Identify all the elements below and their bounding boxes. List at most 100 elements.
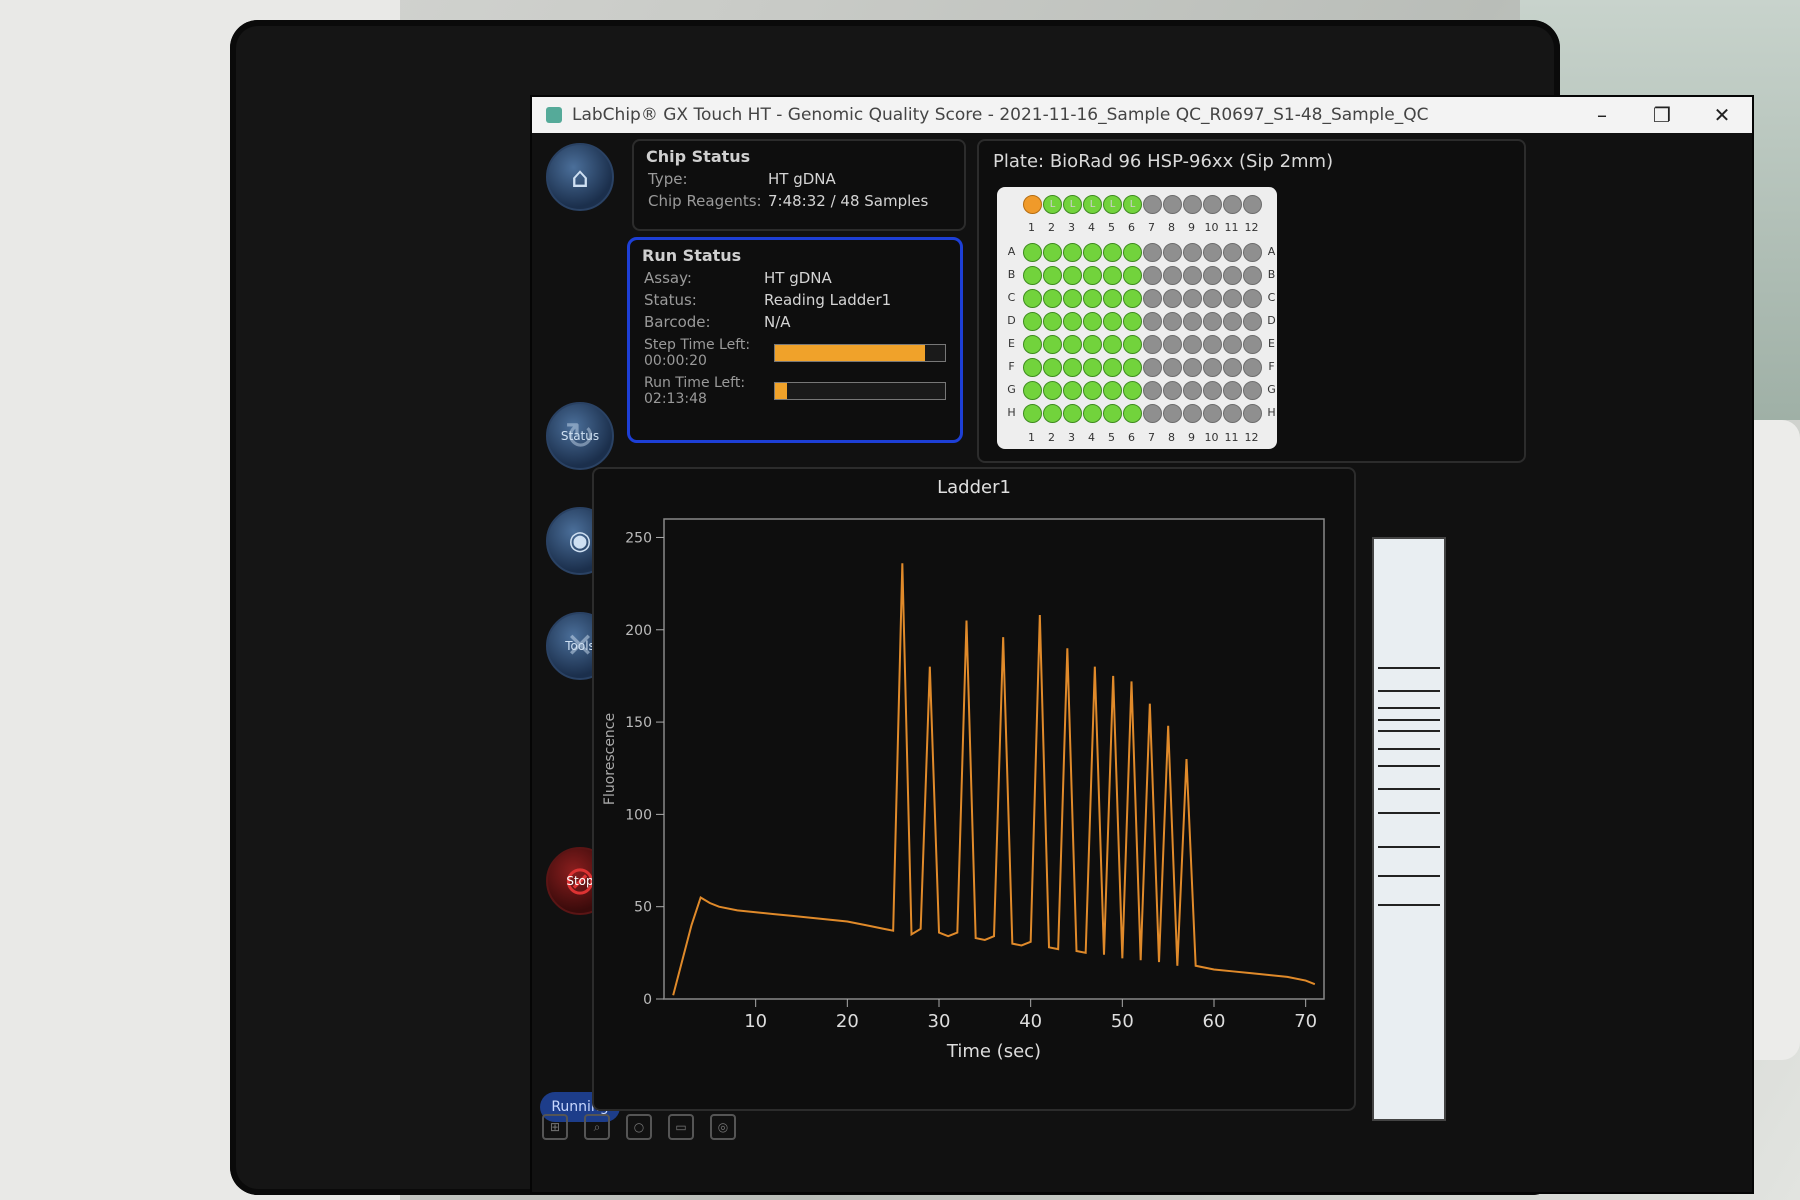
plate-well[interactable] <box>1103 358 1122 377</box>
search-icon[interactable]: ⌕ <box>584 1114 610 1140</box>
plate-well[interactable] <box>1083 335 1102 354</box>
plate-well[interactable] <box>1203 381 1222 400</box>
plate-well[interactable] <box>1063 358 1082 377</box>
restore-icon[interactable]: ❐ <box>1632 103 1692 127</box>
plate-well[interactable] <box>1083 243 1102 262</box>
plate-well[interactable] <box>1103 335 1122 354</box>
plate-well[interactable] <box>1183 404 1202 423</box>
close-icon[interactable]: ✕ <box>1692 103 1752 127</box>
app-taskbar-icon[interactable]: ◎ <box>710 1114 736 1140</box>
plate-well[interactable] <box>1063 312 1082 331</box>
plate-well[interactable] <box>1243 243 1262 262</box>
plate-well[interactable] <box>1143 243 1162 262</box>
plate-well[interactable] <box>1143 289 1162 308</box>
plate-well[interactable] <box>1043 312 1062 331</box>
home-button[interactable]: ⌂ <box>546 143 614 211</box>
plate-well[interactable] <box>1123 243 1142 262</box>
plate-well[interactable] <box>1023 404 1042 423</box>
plate-well[interactable] <box>1183 358 1202 377</box>
folder-icon[interactable]: ▭ <box>668 1114 694 1140</box>
plate-well[interactable] <box>1123 358 1142 377</box>
minimize-icon[interactable]: – <box>1572 103 1632 127</box>
plate-well[interactable] <box>1043 266 1062 285</box>
plate-well[interactable] <box>1103 266 1122 285</box>
plate-well[interactable] <box>1223 266 1242 285</box>
plate-well[interactable] <box>1023 243 1042 262</box>
plate-well[interactable] <box>1243 266 1262 285</box>
plate-well[interactable] <box>1203 243 1222 262</box>
plate-well[interactable] <box>1063 243 1082 262</box>
plate-well[interactable] <box>1083 312 1102 331</box>
plate-well[interactable] <box>1223 404 1242 423</box>
plate-well[interactable] <box>1123 266 1142 285</box>
plate-well[interactable] <box>1203 404 1222 423</box>
plate-well[interactable] <box>1143 335 1162 354</box>
plate-well[interactable] <box>1203 312 1222 331</box>
plate-well[interactable] <box>1023 335 1042 354</box>
plate-well[interactable] <box>1183 243 1202 262</box>
plate-well[interactable] <box>1163 358 1182 377</box>
plate-well[interactable] <box>1163 381 1182 400</box>
plate-well[interactable] <box>1063 289 1082 308</box>
plate-well[interactable] <box>1103 404 1122 423</box>
plate-well[interactable] <box>1043 289 1062 308</box>
plate-well[interactable] <box>1143 358 1162 377</box>
plate-well[interactable] <box>1023 358 1042 377</box>
plate-well[interactable] <box>1223 289 1242 308</box>
plate-well[interactable] <box>1163 404 1182 423</box>
plate-well[interactable] <box>1203 335 1222 354</box>
plate-well[interactable] <box>1223 381 1242 400</box>
plate-well[interactable] <box>1183 312 1202 331</box>
plate-well[interactable] <box>1243 381 1262 400</box>
plate-well[interactable] <box>1143 312 1162 331</box>
plate-map[interactable]: L L L L L 1 1 2 2 3 3 4 4 5 5 6 6 7 7 8 8 9 9 10 10 11 11 12 12 A A B B C… <box>997 187 1277 449</box>
plate-well[interactable] <box>1223 358 1242 377</box>
plate-well[interactable] <box>1103 243 1122 262</box>
plate-well[interactable] <box>1203 358 1222 377</box>
plate-well[interactable] <box>1043 358 1062 377</box>
plate-well[interactable] <box>1123 404 1142 423</box>
plate-well[interactable] <box>1083 266 1102 285</box>
plate-well[interactable] <box>1243 404 1262 423</box>
plate-well[interactable] <box>1023 289 1042 308</box>
plate-well[interactable] <box>1023 266 1042 285</box>
plate-well[interactable] <box>1243 358 1262 377</box>
plate-well[interactable] <box>1183 289 1202 308</box>
plate-well[interactable] <box>1143 266 1162 285</box>
plate-well[interactable] <box>1223 243 1242 262</box>
plate-well[interactable] <box>1063 266 1082 285</box>
plate-well[interactable] <box>1243 335 1262 354</box>
plate-well[interactable] <box>1023 312 1042 331</box>
plate-well[interactable] <box>1143 404 1162 423</box>
plate-well[interactable] <box>1183 335 1202 354</box>
plate-well[interactable] <box>1043 243 1062 262</box>
plate-well[interactable] <box>1203 289 1222 308</box>
plate-well[interactable] <box>1103 312 1122 331</box>
plate-well[interactable] <box>1063 381 1082 400</box>
plate-well[interactable] <box>1063 404 1082 423</box>
windows-icon[interactable]: ⊞ <box>542 1114 568 1140</box>
plate-well[interactable] <box>1043 335 1062 354</box>
plate-well[interactable] <box>1043 404 1062 423</box>
plate-well[interactable] <box>1243 289 1262 308</box>
plate-well[interactable] <box>1163 243 1182 262</box>
taskview-icon[interactable]: ○ <box>626 1114 652 1140</box>
plate-well[interactable] <box>1083 381 1102 400</box>
plate-well[interactable] <box>1243 312 1262 331</box>
plate-well[interactable] <box>1183 381 1202 400</box>
plate-well[interactable] <box>1223 312 1242 331</box>
plate-well[interactable] <box>1163 312 1182 331</box>
plate-well[interactable] <box>1143 381 1162 400</box>
plate-well[interactable] <box>1083 404 1102 423</box>
plate-well[interactable] <box>1103 381 1122 400</box>
plate-well[interactable] <box>1103 289 1122 308</box>
plate-well[interactable] <box>1163 335 1182 354</box>
plate-well[interactable] <box>1223 335 1242 354</box>
plate-well[interactable] <box>1023 381 1042 400</box>
plate-well[interactable] <box>1083 358 1102 377</box>
status-button[interactable]: ↻ Status <box>546 402 614 470</box>
plate-well[interactable] <box>1083 289 1102 308</box>
plate-well[interactable] <box>1123 335 1142 354</box>
plate-well[interactable] <box>1163 289 1182 308</box>
plate-well[interactable] <box>1183 266 1202 285</box>
